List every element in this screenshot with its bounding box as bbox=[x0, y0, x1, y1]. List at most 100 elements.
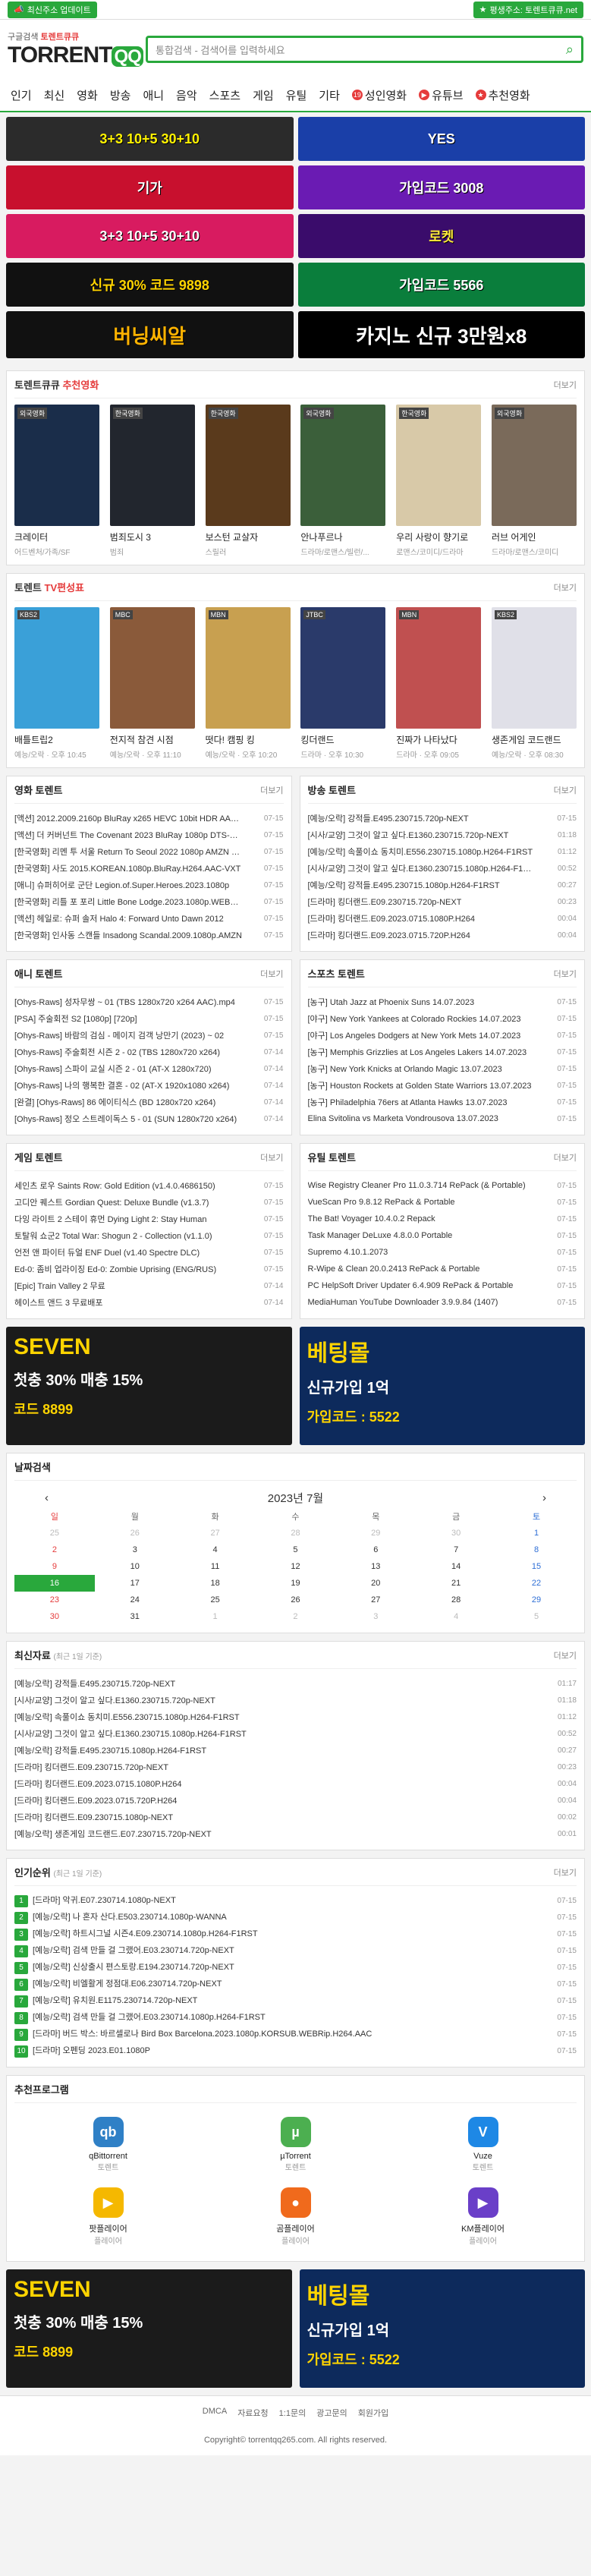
calendar-day[interactable]: 9 bbox=[14, 1558, 95, 1575]
calendar-day[interactable]: 13 bbox=[335, 1558, 416, 1575]
list-item[interactable]: [예능/오락] 속풀이쇼 동치미.E556.230715.1080p.H264-… bbox=[14, 1708, 577, 1725]
item-title[interactable]: [예능/오락] 강적들.E495.230715.1080p.H264-F1RST bbox=[14, 1746, 206, 1756]
list-item[interactable]: [시사/교양] 그것이 알고 싶다.E1360.230715.720p-NEXT… bbox=[14, 1692, 577, 1708]
list-item[interactable]: MediaHuman YouTube Downloader 3.9.9.84 (… bbox=[308, 1294, 577, 1311]
ad-banner[interactable]: 3+3 10+5 30+10 bbox=[6, 214, 294, 258]
list-item[interactable]: 토탈워 쇼군2 Total War: Shogun 2 - Collection… bbox=[14, 1227, 284, 1244]
app-item[interactable]: ▶ KM플레이어 플레이어 bbox=[389, 2187, 577, 2246]
footer-link[interactable]: 자료요청 bbox=[237, 2407, 268, 2419]
list-item[interactable]: 3 [예능/오락] 하트시그널 시즌4.E09.230714.1080p.H264… bbox=[14, 1926, 577, 1942]
app-item[interactable]: V Vuze 토렌트 bbox=[389, 2117, 577, 2172]
item-title[interactable]: 토탈워 쇼군2 Total War: Shogun 2 - Collection… bbox=[14, 1230, 212, 1242]
calendar-day[interactable]: 16 bbox=[14, 1575, 95, 1592]
poster-card[interactable]: MBC 전지적 참견 시점 예능/오락 · 오후 11:10 bbox=[109, 607, 195, 760]
list-item[interactable]: [액션] 2012.2009.2160p BluRay x265 HEVC 10… bbox=[14, 810, 284, 827]
calendar-day[interactable]: 11 bbox=[175, 1558, 256, 1575]
list-item[interactable]: [농구] Houston Rockets at Golden State War… bbox=[308, 1077, 577, 1094]
list-item[interactable]: [농구] Memphis Grizzlies at Los Angeles La… bbox=[308, 1044, 577, 1060]
item-title[interactable]: [예능/오락] 유치원.E1175.230714.720p-NEXT bbox=[33, 1996, 197, 2005]
calendar-day[interactable]: 22 bbox=[496, 1575, 577, 1592]
item-title[interactable]: [예능/오락] 강적들.E495.230715.720p-NEXT bbox=[14, 1680, 175, 1689]
item-title[interactable]: Task Manager DeLuxe 4.8.0.0 Portable bbox=[308, 1231, 453, 1240]
item-title[interactable]: R-Wipe & Clean 20.0.2413 RePack & Portab… bbox=[308, 1264, 480, 1274]
footer-link[interactable]: 1:1문의 bbox=[279, 2407, 307, 2419]
list-item[interactable]: [농구] Philadelphia 76ers at Atlanta Hawks… bbox=[308, 1094, 577, 1110]
calendar-day[interactable]: 28 bbox=[416, 1592, 496, 1608]
item-title[interactable]: [드라마] 킹더랜드.E09.2023.0715.1080P.H264 bbox=[14, 1780, 182, 1789]
app-item[interactable]: µ µTorrent 토렌트 bbox=[202, 2117, 389, 2172]
item-title[interactable]: [시사/교양] 그것이 알고 싶다.E1360.230715.1080p.H26… bbox=[14, 1730, 247, 1739]
item-title[interactable]: [농구] New York Knicks at Orlando Magic 13… bbox=[308, 1063, 502, 1075]
nav-item[interactable]: 인기 bbox=[5, 87, 38, 103]
item-title[interactable]: [야구] Los Angeles Dodgers at New York Met… bbox=[308, 1029, 521, 1041]
list-item[interactable]: Wise Registry Cleaner Pro 11.0.3.714 ReP… bbox=[308, 1177, 577, 1194]
calendar-day[interactable]: 19 bbox=[256, 1575, 336, 1592]
item-title[interactable]: [액션] 더 커버넌트 The Covenant 2023 BluRay 108… bbox=[14, 829, 242, 841]
big-ad-banner[interactable]: SEVEN 첫충 30% 매충 15% 코드 8899 bbox=[6, 2269, 292, 2388]
list-item[interactable]: Task Manager DeLuxe 4.8.0.0 Portable 07-1… bbox=[308, 1227, 577, 1244]
list-item[interactable]: 고디안 퀘스트 Gordian Quest: Deluxe Bundle (v1… bbox=[14, 1194, 284, 1211]
list-item[interactable]: 6 [예능/오락] 비엘활게 정점대.E06.230714.720p-NEXT 07… bbox=[14, 1976, 577, 1992]
list-item[interactable]: 언전 앤 파이터 듀얼 ENF Duel (v1.40 Spectre DLC)… bbox=[14, 1244, 284, 1261]
item-title[interactable]: [예능/오락] 비엘활게 정점대.E06.230714.720p-NEXT bbox=[33, 1979, 222, 1989]
item-title[interactable]: [Ohys-Raws] 정오 스트레이독스 5 - 01 (SUN 1280x7… bbox=[14, 1113, 237, 1125]
item-title[interactable]: [한국영화] 리틀 포 포리 Little Bone Lodge.2023.10… bbox=[14, 896, 242, 908]
item-title[interactable]: [시사/교양] 그것이 알고 싶다.E1360.230715.1080p.H26… bbox=[308, 862, 536, 874]
nav-item[interactable]: 방송 bbox=[104, 87, 137, 103]
calendar-day[interactable]: 12 bbox=[256, 1558, 336, 1575]
item-title[interactable]: 헤이스트 앤드 3 무료배포 bbox=[14, 1296, 103, 1308]
calendar-day[interactable]: 15 bbox=[496, 1558, 577, 1575]
list-item[interactable]: Ed-0: 좀비 업라이징 Ed-0: Zombie Uprising (ENG… bbox=[14, 1261, 284, 1277]
item-title[interactable]: [한국영화] 리멘 투 서울 Return To Seoul 2022 1080… bbox=[14, 846, 242, 858]
list-item[interactable]: 4 [예능/오락] 검색 만들 걸 그랬어.E03.230714.720p-NEX… bbox=[14, 1942, 577, 1959]
item-title[interactable]: [예능/오락] 생존게임 코드랜드.E07.230715.720p-NEXT bbox=[14, 1830, 212, 1839]
item-title[interactable]: [예능/오락] 속풀이쇼 동치미.E556.230715.1080p.H264-… bbox=[14, 1713, 240, 1722]
ad-banner[interactable]: 3+3 10+5 30+10 bbox=[6, 117, 294, 161]
permanent-address-button[interactable]: ★ 평생주소: 토렌트큐큐.net bbox=[473, 1, 583, 18]
more-link[interactable]: 더보기 bbox=[554, 1649, 577, 1661]
item-title[interactable]: [완결] [Ohys-Raws] 86 에이티식스 (BD 1280x720 x… bbox=[14, 1096, 215, 1108]
list-item[interactable]: [예능/오락] 속풀이쇼 동치미.E556.230715.1080p.H264-… bbox=[308, 843, 577, 860]
list-item[interactable]: [시사/교양] 그것이 알고 싶다.E1360.230715.1080p.H26… bbox=[308, 860, 577, 877]
list-item[interactable]: [Ohys-Raws] 정오 스트레이독스 5 - 01 (SUN 1280x7… bbox=[14, 1110, 284, 1127]
nav-item[interactable]: 유틸 bbox=[280, 87, 313, 103]
calendar-day[interactable]: 3 bbox=[95, 1542, 175, 1558]
list-item[interactable]: [드라마] 킹더랜드.E09.2023.0715.1080P.H264 00:04 bbox=[14, 1775, 577, 1792]
poster-card[interactable]: 외국영화 안나푸르나 드라마/로맨스/빌런/... bbox=[300, 405, 386, 557]
list-item[interactable]: [예능/오락] 생존게임 코드랜드.E07.230715.720p-NEXT 00… bbox=[14, 1825, 577, 1842]
list-item[interactable]: R-Wipe & Clean 20.0.2413 RePack & Portab… bbox=[308, 1261, 577, 1277]
footer-link[interactable]: DMCA bbox=[203, 2407, 227, 2419]
list-item[interactable]: [한국영화] 사도 2015.KOREAN.1080p.BluRay.H264.… bbox=[14, 860, 284, 877]
list-item[interactable]: [드라마] 킹더랜드.E09.2023.0715.720P.H264 00:04 bbox=[308, 927, 577, 943]
item-title[interactable]: [드라마] 킹더랜드.E09.230715.720p-NEXT bbox=[14, 1763, 168, 1772]
item-title[interactable]: [드라마] 킹더랜드.E09.2023.0715.1080P.H264 bbox=[308, 912, 476, 924]
ad-banner[interactable]: 가입코드 3008 bbox=[297, 165, 585, 209]
more-link[interactable]: 더보기 bbox=[554, 581, 577, 594]
list-item[interactable]: [예능/오락] 강적들.E495.230715.1080p.H264-F1RST… bbox=[14, 1742, 577, 1759]
calendar-day[interactable]: 2 bbox=[14, 1542, 95, 1558]
list-item[interactable]: [드라마] 킹더랜드.E09.230715.1080p-NEXT 00:02 bbox=[14, 1809, 577, 1825]
list-item[interactable]: [예능/오락] 강적들.E495.230715.720p-NEXT 01:17 bbox=[14, 1675, 577, 1692]
list-item[interactable]: 헤이스트 앤드 3 무료배포 07-14 bbox=[14, 1294, 284, 1311]
item-title[interactable]: [드라마] 오펜딩 2023.E01.1080P bbox=[33, 2046, 150, 2055]
item-title[interactable]: [Ohys-Raws] 나의 행복한 결혼 - 02 (AT-X 1920x10… bbox=[14, 1079, 229, 1091]
list-item[interactable]: Supremo 4.10.1.2073 07-15 bbox=[308, 1244, 577, 1261]
poster-card[interactable]: 한국영화 범죄도시 3 범죄 bbox=[109, 405, 195, 557]
list-item[interactable]: [시사/교양] 그것이 알고 싶다.E1360.230715.720p-NEXT… bbox=[308, 827, 577, 843]
app-item[interactable]: ● 곰플레이어 플레이어 bbox=[202, 2187, 389, 2246]
item-title[interactable]: [한국영화] 인사동 스캔들 Insadong Scandal.2009.108… bbox=[14, 929, 242, 941]
calendar-day[interactable]: 5 bbox=[256, 1542, 336, 1558]
poster-card[interactable]: 한국영화 보스턴 교살자 스릴러 bbox=[205, 405, 291, 557]
calendar-day[interactable]: 26 bbox=[256, 1592, 336, 1608]
ad-banner[interactable]: 카지노 신규 3만원x8 bbox=[297, 311, 585, 358]
item-title[interactable]: Wise Registry Cleaner Pro 11.0.3.714 ReP… bbox=[308, 1181, 526, 1190]
app-item[interactable]: qb qBittorrent 토렌트 bbox=[14, 2117, 202, 2172]
item-title[interactable]: Supremo 4.10.1.2073 bbox=[308, 1248, 388, 1257]
calendar-day[interactable]: 5 bbox=[496, 1608, 577, 1625]
item-title[interactable]: [Epic] Train Valley 2 무료 bbox=[14, 1280, 105, 1292]
calendar-day[interactable]: 21 bbox=[416, 1575, 496, 1592]
list-item[interactable]: [야구] New York Yankees at Colorado Rockie… bbox=[308, 1010, 577, 1027]
item-title[interactable]: 고디안 퀘스트 Gordian Quest: Deluxe Bundle (v1… bbox=[14, 1196, 209, 1208]
item-title[interactable]: MediaHuman YouTube Downloader 3.9.9.84 (… bbox=[308, 1298, 498, 1307]
nav-item[interactable]: 최신 bbox=[38, 87, 71, 103]
